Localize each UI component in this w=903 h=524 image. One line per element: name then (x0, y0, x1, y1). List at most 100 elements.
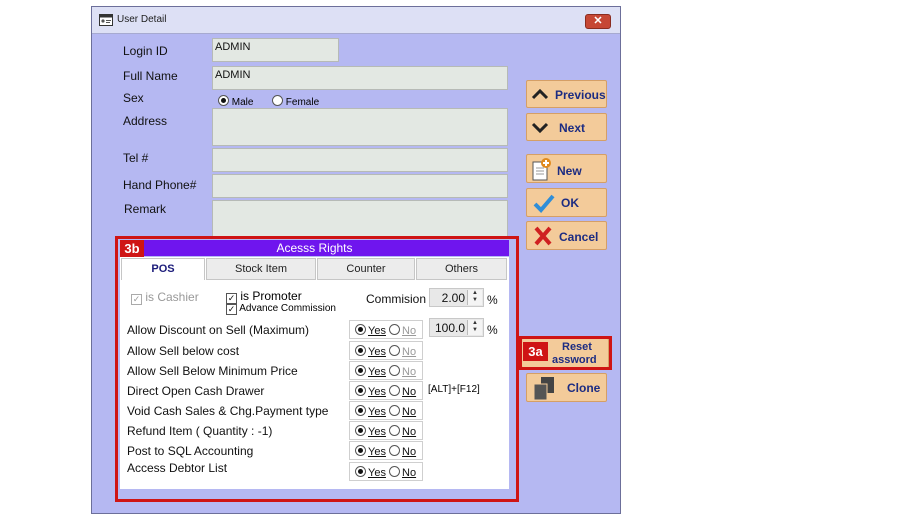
tel-field[interactable] (212, 148, 508, 172)
commission-label: Commision (366, 292, 427, 306)
checkbox-checked-icon: ✓ (131, 294, 142, 305)
radio-selected-icon (355, 445, 366, 456)
no-option: No (402, 446, 417, 458)
new-label: New (557, 164, 582, 178)
login-id-field[interactable]: ADMIN (212, 38, 339, 62)
radio-unselected-icon (389, 324, 401, 335)
title-bar (92, 7, 620, 34)
right-label-debtor-list: Access Debtor List (127, 461, 228, 475)
spinner-arrows-icon: ▲ ▼ (467, 290, 482, 305)
clone-button[interactable]: Clone (526, 373, 607, 402)
yes-no-toggle[interactable]: Yes No (349, 320, 423, 339)
yes-option: Yes (368, 406, 386, 418)
radio-selected-icon (355, 425, 366, 436)
sex-female-label: Female (285, 97, 320, 108)
tab-stock-item[interactable]: Stock Item (206, 258, 316, 280)
next-label: Next (559, 121, 586, 135)
callout-3a-tag: 3a (523, 342, 548, 361)
yes-no-toggle[interactable]: Yes No (349, 361, 423, 380)
new-button[interactable]: New (526, 154, 607, 183)
yes-option: Yes (368, 346, 386, 358)
is-cashier-checkbox[interactable]: ✓ is Cashier (131, 290, 199, 305)
full-name-field[interactable]: ADMIN (212, 66, 508, 90)
yes-no-toggle[interactable]: Yes No (349, 441, 423, 460)
tab-counter[interactable]: Counter (317, 258, 415, 280)
full-name-label: Full Name (123, 69, 178, 83)
commission-spinner[interactable]: 2.00 ▲ ▼ (429, 288, 484, 307)
right-label-discount: Allow Discount on Sell (Maximum) (127, 323, 310, 337)
checkmark-icon (533, 194, 555, 213)
advance-commission-checkbox[interactable]: ✓ Advance Commission (226, 303, 336, 315)
app-window-icon (99, 14, 113, 26)
close-button[interactable]: ✕ (585, 14, 611, 29)
clone-label: Clone (567, 381, 601, 395)
ok-button[interactable]: OK (526, 188, 607, 217)
sex-female-radio[interactable]: Female (272, 95, 319, 108)
next-button[interactable]: Next (526, 113, 607, 141)
radio-unselected-icon (389, 405, 401, 416)
sex-male-radio[interactable]: Male (218, 95, 253, 108)
right-label-void-sales: Void Cash Sales & Chg.Payment type (127, 404, 329, 418)
yes-no-toggle[interactable]: Yes No (349, 462, 423, 481)
yes-option: Yes (368, 386, 386, 398)
is-promoter-checkbox[interactable]: ✓ is Promoter (226, 289, 302, 304)
right-label-refund: Refund Item ( Quantity : -1) (127, 424, 273, 438)
cancel-button[interactable]: Cancel (526, 221, 607, 250)
previous-label: Previous (555, 88, 606, 102)
right-label-post-sql: Post to SQL Accounting (127, 444, 254, 458)
previous-button[interactable]: Previous (526, 80, 607, 108)
radio-unselected-icon (389, 425, 401, 436)
yes-option: Yes (368, 467, 386, 479)
is-promoter-label: is Promoter (240, 289, 302, 303)
sex-male-label: Male (231, 97, 254, 108)
yes-option: Yes (368, 446, 386, 458)
radio-selected-icon (355, 324, 366, 335)
no-option: No (402, 346, 417, 358)
no-option: No (402, 386, 417, 398)
radio-selected-icon (355, 365, 366, 376)
hand-phone-label: Hand Phone# (123, 178, 197, 192)
address-field[interactable] (212, 108, 508, 146)
yes-no-toggle[interactable]: Yes No (349, 401, 423, 420)
discount-percent: % (487, 323, 498, 337)
no-option: No (402, 366, 417, 378)
no-option: No (402, 467, 417, 479)
advance-commission-label: Advance Commission (239, 303, 336, 314)
tel-label: Tel # (123, 151, 149, 165)
no-option: No (402, 426, 417, 438)
checkbox-checked-icon: ✓ (226, 304, 237, 315)
sex-label: Sex (123, 91, 144, 105)
radio-unselected-icon (389, 445, 401, 456)
radio-selected-icon (218, 95, 229, 106)
chevron-up-icon (531, 88, 549, 100)
yes-option: Yes (368, 366, 386, 378)
yes-no-toggle[interactable]: Yes No (349, 421, 423, 440)
hand-phone-field[interactable] (212, 174, 508, 198)
radio-unselected-icon (389, 365, 401, 376)
callout-3b-tag: 3b (120, 240, 144, 257)
right-label-open-drawer: Direct Open Cash Drawer (127, 384, 265, 398)
radio-unselected-icon (389, 466, 401, 477)
yes-no-toggle[interactable]: Yes No (349, 381, 423, 400)
radio-selected-icon (355, 466, 366, 477)
is-cashier-label: is Cashier (145, 290, 199, 304)
login-id-label: Login ID (123, 44, 168, 58)
cancel-label: Cancel (559, 230, 599, 244)
no-option: No (402, 325, 417, 337)
radio-unselected-icon (272, 95, 283, 106)
hotkey-hint: [ALT]+[F12] (428, 384, 480, 395)
right-label-sell-below-cost: Allow Sell below cost (127, 344, 240, 358)
yes-option: Yes (368, 426, 386, 438)
tab-others[interactable]: Others (416, 258, 507, 280)
discount-max-spinner[interactable]: 100.0 ▲ ▼ (429, 318, 484, 337)
remark-field[interactable] (212, 200, 508, 238)
spinner-arrows-icon: ▲ ▼ (467, 320, 482, 335)
yes-option: Yes (368, 325, 386, 337)
ok-label: OK (561, 196, 579, 210)
right-label-sell-below-min: Allow Sell Below Minimum Price (127, 364, 298, 378)
tab-pos[interactable]: POS (121, 258, 205, 280)
commission-value: 2.00 (441, 291, 465, 305)
chevron-down-icon (531, 122, 549, 134)
window-title: User Detail (117, 14, 167, 25)
yes-no-toggle[interactable]: Yes No (349, 341, 423, 360)
